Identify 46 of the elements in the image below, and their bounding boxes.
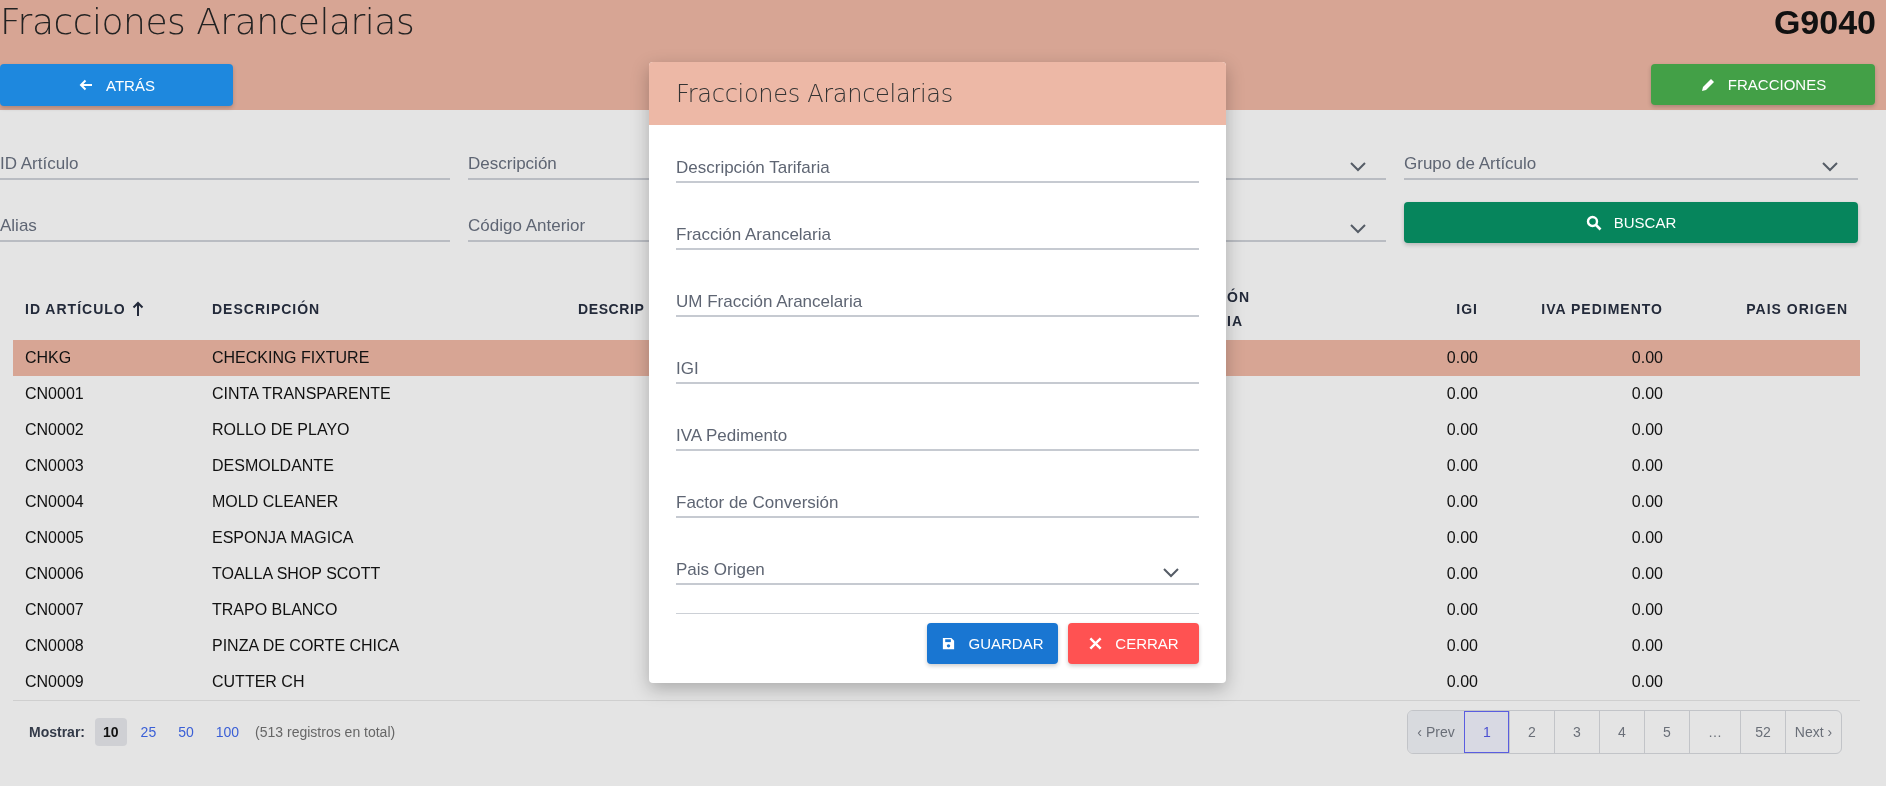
table-cell: 0.00: [1631, 637, 1663, 655]
table-cell: CN0005: [25, 529, 84, 547]
table-cell: 0.00: [1631, 529, 1663, 547]
table-cell: CINTA TRANSPARENTE: [212, 385, 391, 403]
table-cell: ROLLO DE PLAYO: [212, 421, 350, 439]
dialog-title: Fracciones Arancelarias: [676, 79, 953, 108]
table-cell: CHKG: [25, 349, 72, 367]
table-cell: 0.00: [1631, 385, 1663, 403]
table-cell: 0.00: [1446, 637, 1478, 655]
table-cell: 0.00: [1631, 349, 1663, 367]
table-cell: 0.00: [1631, 601, 1663, 619]
table-cell: 0.00: [1446, 457, 1478, 475]
show-label: Mostrar:: [29, 724, 85, 740]
table-cell: 0.00: [1631, 457, 1663, 475]
table-cell: CN0001: [25, 385, 84, 403]
table-cell: 0.00: [1446, 601, 1478, 619]
record-count: (513 registros en total): [255, 724, 396, 740]
table-cell: 0.00: [1446, 385, 1478, 403]
page-title: Fracciones Arancelarias: [0, 0, 415, 44]
pagination-ellipsis: …: [1689, 711, 1740, 753]
table-cell: 0.00: [1446, 493, 1478, 511]
table-cell: CHECKING FIXTURE: [212, 349, 370, 367]
table-cell: CN0003: [25, 457, 84, 475]
table-cell: 0.00: [1631, 673, 1663, 691]
table-cell: MOLD CLEANER: [212, 493, 339, 511]
table-cell: CN0008: [25, 637, 84, 655]
table-cell: CN0007: [25, 601, 84, 619]
table-cell: CN0004: [25, 493, 84, 511]
table-cell: 0.00: [1631, 493, 1663, 511]
table-cell: 0.00: [1631, 421, 1663, 439]
table-cell: CN0006: [25, 565, 84, 583]
table-cell: 0.00: [1631, 565, 1663, 583]
table-cell: TOALLA SHOP SCOTT: [212, 565, 381, 583]
table-cell: 0.00: [1446, 565, 1478, 583]
table-cell: TRAPO BLANCO: [212, 601, 338, 619]
record-code: G9040: [1773, 2, 1877, 43]
table-cell: ESPONJA MAGICA: [212, 529, 354, 547]
table-cell: PINZA DE CORTE CHICA: [212, 637, 400, 655]
table-cell: CUTTER CH: [212, 673, 305, 691]
table-cell: CN0009: [25, 673, 84, 691]
table-cell: 0.00: [1446, 529, 1478, 547]
table-cell: DESMOLDANTE: [212, 457, 334, 475]
table-cell: 0.00: [1446, 349, 1478, 367]
table-cell: 0.00: [1446, 421, 1478, 439]
table-cell: 0.00: [1446, 673, 1478, 691]
table-cell: CN0002: [25, 421, 84, 439]
